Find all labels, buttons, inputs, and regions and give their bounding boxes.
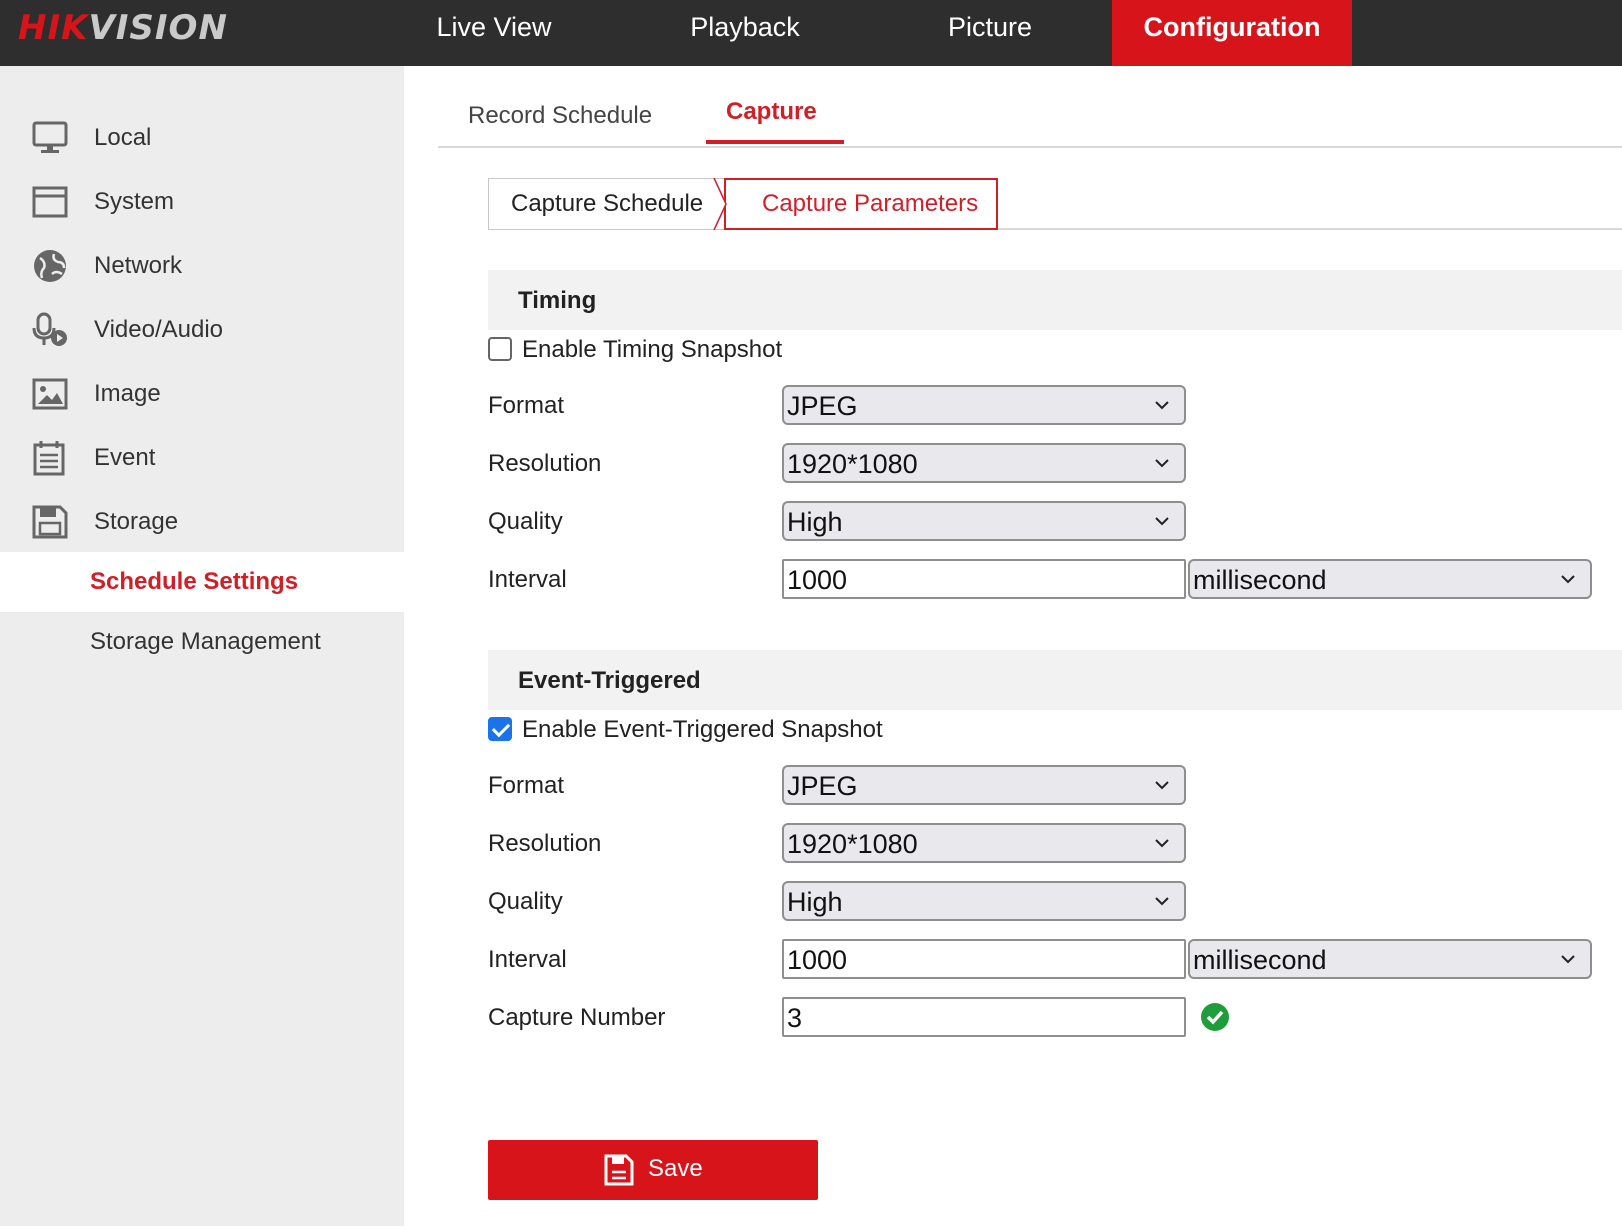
capture-number-input[interactable]: 3	[782, 997, 1186, 1037]
subtab-capture-schedule[interactable]: Capture Schedule	[488, 178, 724, 230]
sidebar-item-video-audio[interactable]: Video/Audio	[0, 302, 404, 358]
timing-section-header: Timing	[488, 270, 1622, 330]
chevron-right-icon	[713, 178, 727, 230]
chevron-down-icon	[1561, 955, 1575, 964]
select-value: JPEG	[787, 771, 858, 801]
hikvision-logo: HIKVISION	[18, 8, 228, 48]
chevron-down-icon	[1561, 575, 1575, 584]
image-icon	[32, 378, 68, 410]
event-format-label: Format	[488, 772, 565, 799]
timing-interval-unit-select[interactable]: millisecond	[1188, 559, 1592, 599]
calendar-icon	[33, 441, 65, 476]
checkbox-label: Enable Timing Snapshot	[522, 336, 783, 363]
top-nav-bar: HIKVISION Live View Playback Picture Con…	[0, 0, 1622, 66]
chevron-down-icon	[1155, 781, 1169, 790]
sidebar-item-label: Storage	[94, 508, 179, 535]
sidebar-subitem-schedule-settings[interactable]: Schedule Settings	[0, 552, 404, 612]
select-value: millisecond	[1193, 945, 1327, 975]
input-value: 3	[787, 1003, 803, 1033]
capture-number-label: Capture Number	[488, 1004, 666, 1031]
sidebar: Local System Network Video/Audio Image E…	[0, 66, 404, 1226]
subtab-capture-parameters[interactable]: Capture Parameters	[724, 178, 998, 230]
sidebar-item-label: Network	[94, 252, 183, 279]
window-icon	[32, 186, 68, 218]
chevron-down-icon	[1155, 517, 1169, 526]
chevron-down-icon	[1155, 401, 1169, 410]
save-button[interactable]: Save	[488, 1140, 818, 1200]
event-resolution-select[interactable]: 1920*1080	[782, 823, 1186, 863]
sidebar-item-label: Local	[94, 124, 152, 151]
tab-record-schedule[interactable]: Record Schedule	[468, 102, 652, 130]
event-quality-select[interactable]: High	[782, 881, 1186, 921]
save-button-label: Save	[648, 1155, 703, 1182]
nav-picture[interactable]: Picture	[900, 0, 1080, 66]
event-resolution-label: Resolution	[488, 830, 602, 857]
timing-quality-label: Quality	[488, 508, 563, 535]
timing-interval-label: Interval	[488, 566, 567, 593]
timing-interval-input[interactable]: 1000	[782, 559, 1186, 599]
enable-timing-snapshot-checkbox[interactable]	[488, 337, 512, 361]
select-value: 1920*1080	[787, 829, 918, 859]
nav-live-view[interactable]: Live View	[404, 0, 584, 66]
event-interval-label: Interval	[488, 946, 567, 973]
active-tab-indicator	[706, 140, 844, 144]
nav-playback[interactable]: Playback	[640, 0, 850, 66]
chevron-down-icon	[1155, 897, 1169, 906]
sidebar-item-label: System	[94, 188, 175, 215]
section-title: Event-Triggered	[518, 667, 701, 694]
event-format-select[interactable]: JPEG	[782, 765, 1186, 805]
select-value: millisecond	[1193, 565, 1327, 595]
main-content: Record Schedule Capture Capture Schedule…	[404, 66, 1622, 1226]
sidebar-item-event[interactable]: Event	[0, 430, 404, 486]
sidebar-subitem-label: Schedule Settings	[90, 568, 299, 595]
tab-bar: Record Schedule Capture	[438, 66, 1622, 148]
chevron-down-icon	[1155, 839, 1169, 848]
tab-capture[interactable]: Capture	[726, 98, 817, 126]
sidebar-subitem-label: Storage Management	[90, 628, 321, 655]
event-triggered-section-header: Event-Triggered	[488, 650, 1622, 710]
select-value: 1920*1080	[787, 449, 918, 479]
select-value: JPEG	[787, 391, 858, 421]
nav-configuration[interactable]: Configuration	[1112, 0, 1352, 66]
timing-resolution-label: Resolution	[488, 450, 602, 477]
sidebar-item-label: Event	[94, 444, 156, 471]
timing-quality-select[interactable]: High	[782, 501, 1186, 541]
timing-format-label: Format	[488, 392, 565, 419]
timing-resolution-select[interactable]: 1920*1080	[782, 443, 1186, 483]
check-circle-icon	[1201, 1003, 1229, 1031]
sidebar-item-label: Image	[94, 380, 161, 407]
timing-format-select[interactable]: JPEG	[782, 385, 1186, 425]
monitor-icon	[32, 121, 68, 153]
input-value: 1000	[787, 945, 848, 975]
section-title: Timing	[518, 287, 597, 314]
checkbox-label: Enable Event-Triggered Snapshot	[522, 716, 883, 743]
subtab-bar: Capture Schedule Capture Parameters	[488, 178, 1622, 230]
globe-icon	[34, 250, 66, 282]
microphone-icon	[32, 312, 67, 346]
chevron-down-icon	[1155, 459, 1169, 468]
select-value: High	[787, 507, 843, 537]
sidebar-item-storage[interactable]: Storage	[0, 494, 404, 550]
sidebar-item-network[interactable]: Network	[0, 238, 404, 294]
event-interval-input[interactable]: 1000	[782, 939, 1186, 979]
select-value: High	[787, 887, 843, 917]
sidebar-subitem-storage-management[interactable]: Storage Management	[0, 612, 404, 672]
sidebar-item-local[interactable]: Local	[0, 110, 404, 166]
sidebar-item-system[interactable]: System	[0, 174, 404, 230]
input-value: 1000	[787, 565, 848, 595]
event-interval-unit-select[interactable]: millisecond	[1188, 939, 1592, 979]
floppy-disk-icon	[32, 505, 68, 539]
sidebar-item-label: Video/Audio	[94, 316, 223, 343]
sidebar-item-image[interactable]: Image	[0, 366, 404, 422]
event-quality-label: Quality	[488, 888, 563, 915]
enable-event-snapshot-checkbox[interactable]	[488, 717, 512, 741]
floppy-disk-icon	[604, 1154, 634, 1186]
